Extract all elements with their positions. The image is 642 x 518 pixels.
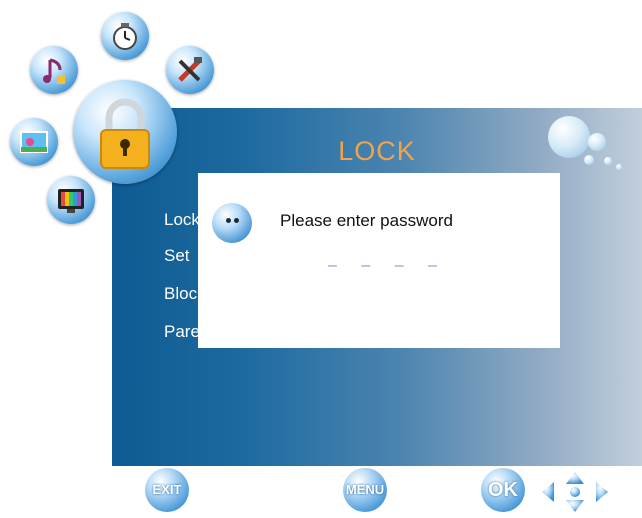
right-arrow-icon[interactable] — [596, 482, 608, 502]
bubble-decoration — [604, 157, 612, 165]
menu-item-lock[interactable]: Lock — [164, 210, 200, 230]
password-input[interactable]: – – – – — [328, 257, 447, 275]
bubble-decoration — [584, 155, 594, 165]
navigation-arrows-icon — [542, 472, 608, 512]
menu-item-parental[interactable]: Pare — [164, 322, 200, 342]
menu-item-block[interactable]: Bloc — [164, 284, 197, 304]
tv-icon[interactable] — [47, 176, 95, 224]
password-dialog: Please enter password – – – – — [198, 173, 560, 348]
bubble-decoration — [616, 164, 622, 170]
menu-item-set[interactable]: Set — [164, 246, 190, 266]
bubble-decoration — [588, 133, 606, 151]
bubble-decoration — [548, 116, 590, 158]
music-icon[interactable] — [30, 46, 78, 94]
picture-icon[interactable] — [10, 118, 58, 166]
up-arrow-icon[interactable] — [566, 472, 584, 484]
menu-button[interactable]: MENU — [343, 468, 387, 512]
down-arrow-icon[interactable] — [566, 500, 584, 512]
ok-button[interactable]: OK — [481, 468, 525, 512]
clock-icon[interactable] — [101, 12, 149, 60]
lock-icon[interactable] — [73, 80, 177, 184]
assistant-face-icon — [212, 203, 252, 243]
exit-button[interactable]: EXIT — [145, 468, 189, 512]
password-prompt: Please enter password — [280, 211, 453, 230]
left-arrow-icon[interactable] — [542, 482, 554, 502]
